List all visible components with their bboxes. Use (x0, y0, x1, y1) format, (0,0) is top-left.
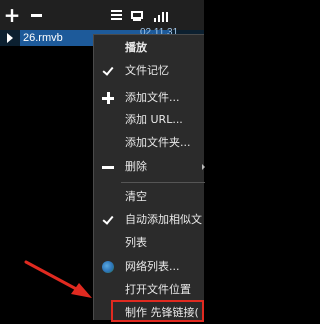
globe-icon (102, 261, 114, 273)
list-view-button[interactable] (151, 0, 171, 30)
menu-item-label: 网络列表... (125, 260, 180, 273)
menu-item-delete[interactable]: 删除 (94, 156, 205, 178)
menu-item-label: 打开文件位置 (125, 283, 191, 296)
menu-item-label: 播放 (125, 41, 147, 54)
plus-icon (102, 92, 114, 104)
playlist-toolbar: + (0, 0, 204, 30)
menu-icon (110, 10, 122, 12)
context-menu: 播放 文件记忆 添加文件... 添加 URL... 添加文件夹... 删除 清空… (93, 34, 205, 320)
menu-item-auto-add-similar[interactable]: 自动添加相似文 (94, 209, 205, 231)
menu-item-label: 删除 (125, 160, 147, 173)
plus-icon: + (3, 3, 21, 27)
menu-item-play[interactable]: 播放 (94, 37, 205, 59)
remove-button[interactable] (27, 0, 45, 30)
check-icon (102, 65, 114, 77)
highlight-box (111, 300, 204, 322)
add-button[interactable]: + (3, 0, 21, 30)
minus-icon (30, 13, 42, 17)
menu-item-add-folder[interactable]: 添加文件夹... (94, 132, 205, 154)
menu-item-file-memory[interactable]: 文件记忆 (94, 60, 205, 82)
menu-item-open-file-location[interactable]: 打开文件位置 (94, 279, 205, 301)
menu-item-label: 自动添加相似文 (125, 213, 202, 226)
menu-item-label: 添加 URL... (125, 113, 183, 126)
menu-item-add-file[interactable]: 添加文件... (94, 87, 205, 109)
list-icon (154, 18, 156, 22)
monitor-icon (131, 11, 143, 19)
menu-button[interactable] (108, 0, 124, 30)
check-icon (102, 214, 114, 226)
menu-item-label: 文件记忆 (125, 64, 169, 77)
menu-item-add-url[interactable]: 添加 URL... (94, 109, 205, 131)
menu-item-label: 添加文件夹... (125, 136, 191, 149)
menu-item-network-list[interactable]: 网络列表... (94, 256, 205, 278)
playing-indicator-icon (7, 33, 13, 43)
submenu-arrow-icon (202, 164, 205, 170)
screen-button[interactable] (128, 0, 146, 30)
menu-item-label: 添加文件... (125, 91, 180, 104)
minus-icon (102, 161, 114, 173)
playlist-item-name: 26.rmvb (23, 32, 63, 44)
menu-item-label: 清空 (125, 190, 147, 203)
menu-separator (121, 182, 205, 183)
menu-item-clear[interactable]: 清空 (94, 186, 205, 208)
menu-item-label: 列表 (125, 236, 147, 249)
menu-item-list[interactable]: 列表 (94, 232, 205, 254)
